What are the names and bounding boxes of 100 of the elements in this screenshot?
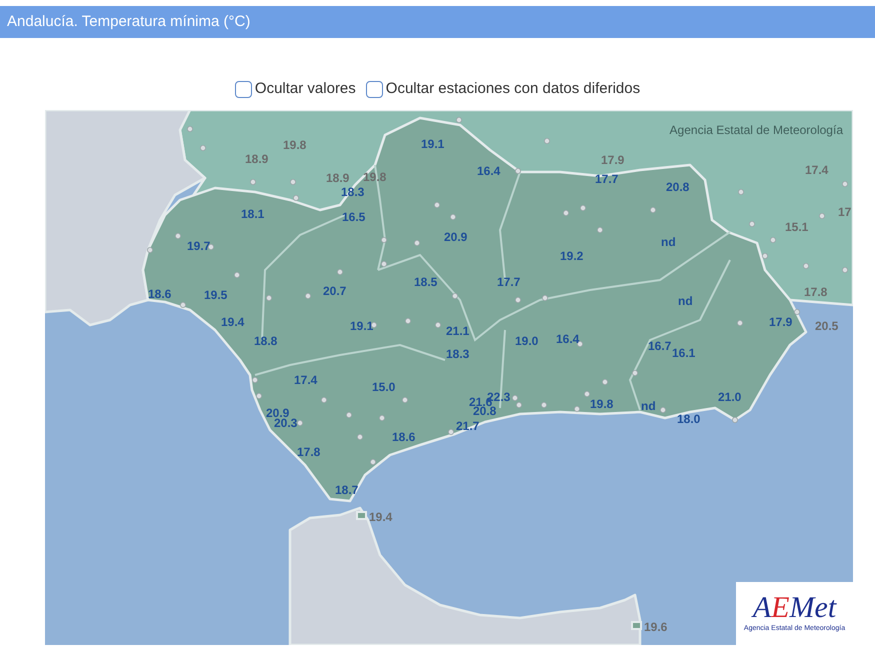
temperature-value: 19.1 xyxy=(350,319,374,333)
station-dot xyxy=(584,391,590,397)
station-dot xyxy=(381,261,387,267)
station-dot xyxy=(147,247,153,253)
station-dot xyxy=(357,434,363,440)
temperature-value: 18.9 xyxy=(245,152,268,166)
temperature-value: nd xyxy=(661,235,676,249)
station-dot xyxy=(187,126,193,132)
station-dot xyxy=(770,237,776,243)
station-dot xyxy=(381,237,387,243)
checkbox[interactable] xyxy=(366,80,383,98)
station-dot xyxy=(732,417,738,423)
station-dot xyxy=(574,406,580,412)
station-dot xyxy=(456,117,462,123)
station-dot xyxy=(379,415,385,421)
temperature-value: 19.1 xyxy=(421,137,444,151)
temperature-value: 19.7 xyxy=(187,239,210,253)
temperature-value: 17.8 xyxy=(804,285,828,299)
station-dot xyxy=(266,295,272,301)
page-title: Andalucía. Temperatura mínima (°C) xyxy=(7,12,250,32)
station-dot xyxy=(650,207,656,213)
temperature-value: 18.5 xyxy=(414,275,438,289)
station-dot xyxy=(515,168,521,174)
temperature-value: 18.3 xyxy=(446,347,470,361)
station-dot xyxy=(371,322,377,328)
temperature-value: 21.0 xyxy=(718,390,742,404)
logo-wordmark: AEMet xyxy=(752,592,836,624)
station-dot xyxy=(370,459,376,465)
temperature-value: 19.8 xyxy=(363,170,386,184)
temperature-value: 17.4 xyxy=(294,373,318,387)
station-dot xyxy=(234,272,240,278)
temperature-value: 18.6 xyxy=(148,287,172,301)
temperature-value: 19.6 xyxy=(644,620,668,634)
temperature-value: 17.7 xyxy=(497,275,520,289)
station-dot xyxy=(305,293,311,299)
temperature-value: 21.1 xyxy=(446,324,470,338)
station-dot xyxy=(563,210,569,216)
station-dot xyxy=(405,318,411,324)
station-dot xyxy=(402,397,408,403)
station-dot xyxy=(200,145,206,151)
temperature-value: 20.8 xyxy=(666,180,690,194)
station-dot xyxy=(660,407,666,413)
station-dot xyxy=(632,370,638,376)
temperature-value: 17 xyxy=(838,205,852,219)
temperature-value: 15.1 xyxy=(785,220,808,234)
station-dot xyxy=(180,302,186,308)
station-dot xyxy=(414,240,420,246)
station-dot xyxy=(602,379,608,385)
station-dot xyxy=(293,195,299,201)
temperature-value: 15.0 xyxy=(372,380,396,394)
temperature-value: nd xyxy=(678,294,693,308)
temperature-value: 17.4 xyxy=(805,163,828,177)
temperature-value: 17.9 xyxy=(601,153,624,167)
station-dot xyxy=(515,297,521,303)
station-dot xyxy=(208,244,214,250)
station-dot xyxy=(738,189,744,195)
temperature-value: 16.4 xyxy=(477,164,500,178)
station-dot xyxy=(337,269,343,275)
station-dot xyxy=(448,429,454,435)
map-attribution: Agencia Estatal de Meteorología xyxy=(670,122,843,139)
station-dot xyxy=(544,138,550,144)
temperature-value: 16.4 xyxy=(556,332,580,346)
temperature-value: 19.8 xyxy=(590,397,614,411)
temperature-value: 17.7 xyxy=(595,172,618,186)
station-dot xyxy=(250,179,256,185)
temperature-value: 20.9 xyxy=(444,230,468,244)
station-dot xyxy=(450,214,456,220)
enclave-marker xyxy=(631,621,642,630)
temperature-value: 19.4 xyxy=(369,510,392,524)
station-dot xyxy=(842,267,848,273)
station-dot xyxy=(452,293,458,299)
temperature-value: 19.0 xyxy=(515,334,538,348)
temperature-value: 19.5 xyxy=(204,288,228,302)
temperature-value: 17.9 xyxy=(769,315,792,329)
checkbox-label: Ocultar estaciones con datos diferidos xyxy=(386,78,640,99)
temperature-value: 19.4 xyxy=(221,315,244,329)
temperature-value: 19.8 xyxy=(283,138,306,152)
enclave-marker xyxy=(356,511,367,520)
temperature-value: nd xyxy=(641,399,656,413)
temperature-value: 18.6 xyxy=(392,430,416,444)
station-dot xyxy=(803,263,809,269)
checkbox-label: Ocultar valores xyxy=(254,78,356,99)
station-dot xyxy=(435,322,441,328)
station-dot xyxy=(762,253,768,259)
temperature-value: 18.9 xyxy=(326,171,350,185)
temperature-value: 20.7 xyxy=(323,284,346,298)
station-dot xyxy=(842,181,848,187)
station-dot xyxy=(580,205,586,211)
temperature-value: 18.8 xyxy=(254,334,278,348)
station-dot xyxy=(794,309,800,315)
station-dot xyxy=(542,295,548,301)
checkbox[interactable] xyxy=(234,80,252,98)
station-dot xyxy=(749,221,755,227)
station-dot xyxy=(434,202,440,208)
station-dot xyxy=(297,420,303,426)
station-dot xyxy=(597,227,603,233)
station-dot xyxy=(175,233,181,239)
temperature-value: 20.5 xyxy=(815,319,838,333)
temperature-value: 16.7 xyxy=(648,339,672,353)
station-dot xyxy=(290,179,296,185)
